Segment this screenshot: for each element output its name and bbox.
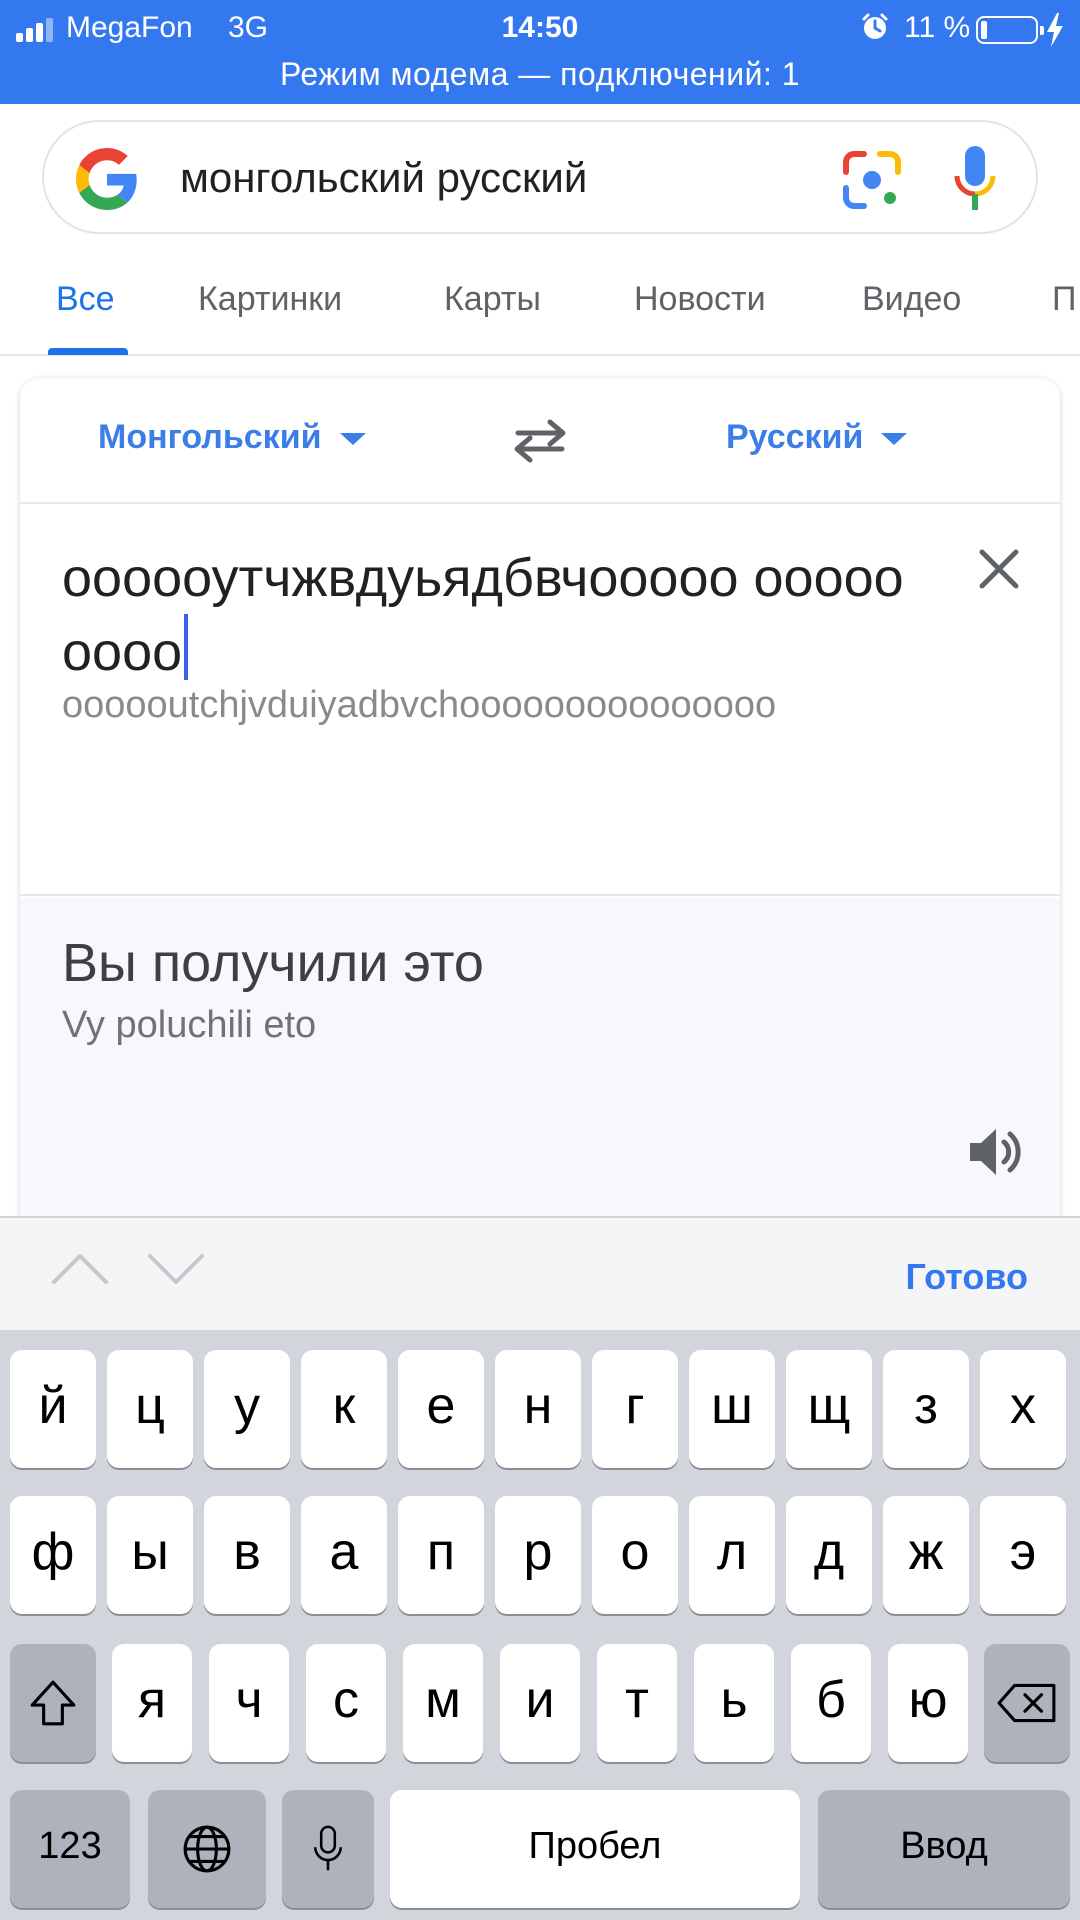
voice-search-icon[interactable] — [950, 144, 1000, 214]
letter-key[interactable]: ь — [694, 1644, 774, 1762]
status-bar: MegaFon 3G 14:50 11 % Режим модема — под… — [0, 0, 1080, 104]
hotspot-banner[interactable]: Режим модема — подключений: 1 — [0, 56, 1080, 93]
letter-key[interactable]: з — [883, 1350, 969, 1468]
done-button[interactable]: Готово — [905, 1256, 1028, 1298]
language-selector-row: Монгольский Русский — [20, 378, 1060, 504]
tab-images[interactable]: Картинки — [198, 280, 342, 319]
tab-news[interactable]: Новости — [634, 280, 766, 319]
microphone-icon — [313, 1825, 343, 1871]
letter-key[interactable]: ы — [107, 1496, 193, 1614]
letter-key[interactable]: к — [301, 1350, 387, 1468]
source-language-select[interactable]: Монгольский — [98, 418, 366, 457]
letter-key[interactable]: е — [398, 1350, 484, 1468]
numbers-key[interactable]: 123 — [10, 1790, 130, 1908]
letter-key[interactable]: м — [403, 1644, 483, 1762]
text-cursor — [184, 614, 189, 680]
letter-key[interactable]: л — [689, 1496, 775, 1614]
letter-key[interactable]: у — [204, 1350, 290, 1468]
translation-area: Вы получили это Vy poluchili eto — [20, 898, 1060, 1218]
letter-key[interactable]: г — [592, 1350, 678, 1468]
alarm-icon — [862, 13, 888, 39]
translation-text: Вы получили это — [62, 933, 484, 993]
target-language-select[interactable]: Русский — [726, 418, 908, 457]
letter-key[interactable]: б — [791, 1644, 871, 1762]
charging-bolt-icon — [1047, 13, 1063, 47]
search-query[interactable]: монгольский русский — [180, 154, 587, 202]
tab-more[interactable]: П — [1052, 280, 1076, 319]
google-logo-icon — [76, 148, 137, 210]
dictation-key[interactable] — [282, 1790, 374, 1908]
translation-transliteration: Vy poluchili eto — [62, 1004, 317, 1046]
source-text-area[interactable]: оооооутчжвдуьядбвчооооо ооооооооо ooooou… — [20, 506, 1060, 896]
letter-key[interactable]: п — [398, 1496, 484, 1614]
letter-key[interactable]: н — [495, 1350, 581, 1468]
letter-key[interactable]: с — [306, 1644, 386, 1762]
letter-key[interactable]: ж — [883, 1496, 969, 1614]
letter-key[interactable]: щ — [786, 1350, 872, 1468]
next-field-icon[interactable] — [146, 1248, 206, 1288]
chevron-down-icon — [881, 433, 908, 446]
letter-key[interactable]: ц — [107, 1350, 193, 1468]
search-box[interactable]: монгольский русский — [42, 120, 1038, 234]
clear-text-icon[interactable] — [976, 546, 1022, 592]
return-key[interactable]: Ввод — [818, 1790, 1070, 1908]
onscreen-keyboard: йцукенгшщзх фывапролджэ ячсмитьбю 123 Проб… — [0, 1330, 1080, 1920]
shift-key[interactable] — [10, 1644, 96, 1762]
language-switch-key[interactable] — [148, 1790, 266, 1908]
battery-icon — [976, 16, 1044, 44]
active-tab-indicator — [48, 348, 128, 355]
swap-languages-icon[interactable] — [510, 418, 570, 464]
space-key[interactable]: Пробел — [390, 1790, 800, 1908]
keyboard-accessory-bar: Готово — [0, 1216, 1080, 1330]
search-tabs: Все Картинки Карты Новости Видео П — [0, 256, 1080, 356]
globe-icon — [183, 1825, 231, 1873]
backspace-icon — [997, 1683, 1056, 1723]
letter-key[interactable]: ш — [689, 1350, 775, 1468]
tab-video[interactable]: Видео — [862, 280, 961, 319]
tab-all[interactable]: Все — [56, 280, 115, 319]
letter-key[interactable]: ю — [888, 1644, 968, 1762]
previous-field-icon[interactable] — [50, 1248, 110, 1288]
letter-key[interactable]: й — [10, 1350, 96, 1468]
google-lens-icon[interactable] — [840, 148, 904, 212]
battery-percent: 11 % — [904, 11, 971, 44]
letter-key[interactable]: и — [500, 1644, 580, 1762]
letter-key[interactable]: а — [301, 1496, 387, 1614]
tab-maps[interactable]: Карты — [444, 280, 541, 319]
letter-key[interactable]: ф — [10, 1496, 96, 1614]
letter-key[interactable]: э — [980, 1496, 1066, 1614]
letter-key[interactable]: т — [597, 1644, 677, 1762]
letter-key[interactable]: о — [592, 1496, 678, 1614]
letter-key[interactable]: х — [980, 1350, 1066, 1468]
letter-key[interactable]: д — [786, 1496, 872, 1614]
source-text-input[interactable]: оооооутчжвдуьядбвчооооо ооооооооо — [62, 542, 922, 688]
letter-key[interactable]: ч — [209, 1644, 289, 1762]
chevron-down-icon — [339, 433, 366, 446]
source-transliteration: oooooutchjvduiyadbvchooooooooooooooo — [62, 684, 777, 726]
shift-arrow-icon — [30, 1680, 76, 1726]
backspace-key[interactable] — [984, 1644, 1070, 1762]
speaker-icon[interactable] — [968, 1126, 1024, 1178]
letter-key[interactable]: я — [112, 1644, 192, 1762]
letter-key[interactable]: в — [204, 1496, 290, 1614]
letter-key[interactable]: р — [495, 1496, 581, 1614]
